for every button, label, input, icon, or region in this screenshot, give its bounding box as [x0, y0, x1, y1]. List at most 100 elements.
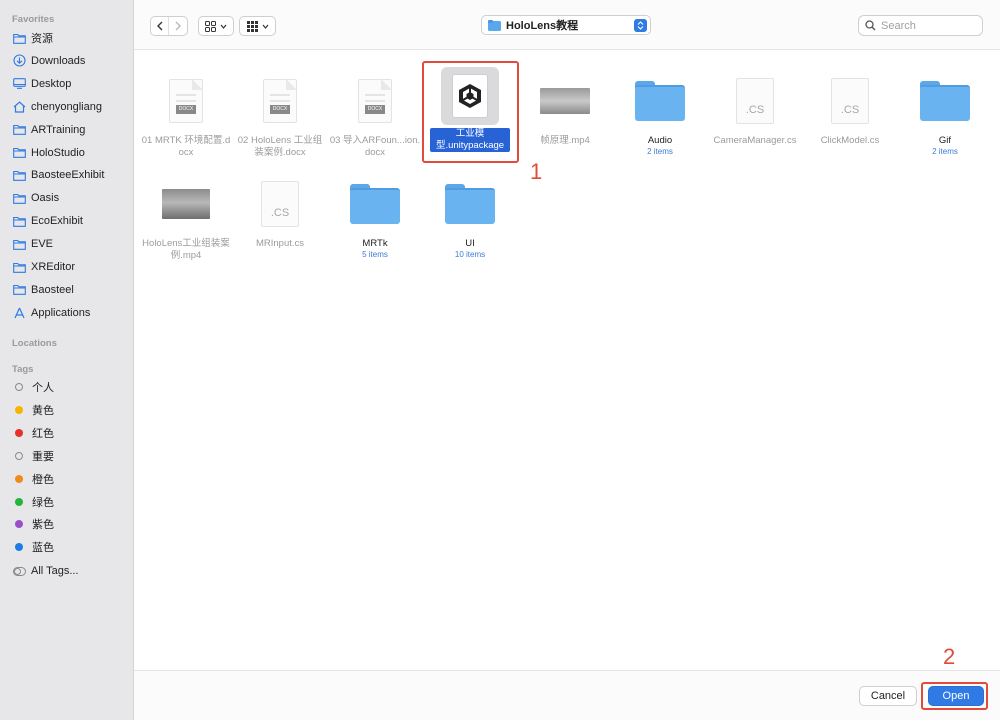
folder-icon: [12, 260, 26, 274]
file-item[interactable]: .CS ClickModel.cs: [805, 71, 895, 147]
folder-icon: [12, 31, 26, 45]
tag-color-dot-icon: [15, 497, 23, 506]
sidebar-item-label: ARTraining: [31, 123, 86, 136]
sidebar-item-label: Oasis: [31, 192, 60, 205]
applications-icon: [12, 306, 26, 320]
file-name: 01 MRTK 环境配置.docx: [141, 135, 231, 158]
view-mode-button[interactable]: [198, 16, 234, 36]
home-icon: [12, 100, 26, 114]
sidebar-tag-item[interactable]: 红色: [12, 423, 54, 443]
sidebar-item-baosteeexhibit[interactable]: BaosteeExhibit: [12, 165, 104, 185]
download-icon: [12, 54, 26, 68]
tag-label: 重要: [32, 450, 54, 463]
toolbar: HoloLens教程 Search: [134, 0, 1000, 50]
file-name: ClickModel.cs: [820, 135, 880, 146]
file-name: CameraManager.cs: [713, 135, 797, 146]
folder-name: UI: [465, 238, 475, 249]
nav-buttons: [150, 16, 188, 36]
sidebar-item-chenyongliang[interactable]: chenyongliang: [12, 97, 102, 117]
forward-button[interactable]: [169, 17, 187, 35]
annotation-step-1: 1: [530, 159, 543, 184]
tag-color-dot-icon: [15, 383, 23, 391]
file-item[interactable]: .CS MRInput.cs: [235, 174, 325, 250]
docx-file-icon: DOCX: [345, 71, 405, 131]
folder-icon: [915, 71, 975, 131]
folder-item[interactable]: UI 10 items: [425, 174, 515, 259]
sidebar-item-label: Applications: [31, 306, 91, 319]
sidebar-item-资源[interactable]: 资源: [12, 28, 53, 48]
file-item[interactable]: DOCX 01 MRTK 环境配置.docx: [141, 71, 231, 159]
group-by-button[interactable]: [239, 16, 276, 36]
file-grid: DOCX 01 MRTK 环境配置.docx DOCX 02 HoloLens …: [134, 51, 1000, 671]
sidebar-tag-item[interactable]: 个人: [12, 377, 54, 397]
sidebar-tag-item[interactable]: 紫色: [12, 514, 54, 534]
file-item[interactable]: 帧原理.mp4: [520, 71, 610, 147]
sidebar-item-oasis[interactable]: Oasis: [12, 188, 59, 208]
folder-item[interactable]: Audio 2 items: [615, 71, 705, 156]
sidebar-tag-item[interactable]: 重要: [12, 446, 54, 466]
sidebar-tag-item[interactable]: 黄色: [12, 400, 54, 420]
sidebar-item-artraining[interactable]: ARTraining: [12, 120, 85, 140]
tag-color-dot-icon: [15, 474, 23, 483]
docx-file-icon: DOCX: [250, 71, 310, 131]
sidebar-item-all-tags[interactable]: All Tags...: [12, 561, 79, 581]
file-item[interactable]: DOCX 03 导入ARFoun...ion.docx: [330, 71, 420, 159]
sidebar-item-applications[interactable]: Applications: [12, 303, 90, 323]
sidebar-item-xreditor[interactable]: XREditor: [12, 257, 75, 277]
file-name: HoloLens工业组装案例.mp4: [142, 238, 230, 261]
back-button[interactable]: [151, 17, 169, 35]
cs-file-icon: .CS: [725, 71, 785, 131]
all-tags-icon: [12, 564, 26, 578]
folder-item[interactable]: MRTk 5 items: [330, 174, 420, 259]
locations-section-label: Locations: [12, 338, 57, 349]
file-name: 02 HoloLens 工业组装案例.docx: [237, 135, 323, 158]
favorites-section-label: Favorites: [12, 14, 55, 25]
tag-color-dot-icon: [15, 451, 23, 460]
chevron-down-icon: [220, 24, 227, 29]
folder-item-count: 5 items: [362, 250, 388, 259]
location-popup[interactable]: HoloLens教程: [481, 15, 651, 35]
annotation-box-1: [422, 61, 519, 163]
folder-name: Audio: [647, 135, 673, 146]
sidebar-item-ecoexhibit[interactable]: EcoExhibit: [12, 211, 83, 231]
folder-icon: [488, 19, 501, 31]
sidebar-item-holostudio[interactable]: HoloStudio: [12, 143, 85, 163]
sidebar-tag-item[interactable]: 蓝色: [12, 537, 54, 557]
sidebar: Favorites 资源 Downloads Desktop chenyonglian…: [0, 0, 134, 720]
search-input[interactable]: Search: [858, 15, 983, 36]
cancel-button[interactable]: Cancel: [859, 686, 917, 706]
chevron-down-icon: [262, 24, 268, 29]
sidebar-tag-item[interactable]: 橙色: [12, 469, 54, 489]
sidebar-tag-item[interactable]: 绿色: [12, 492, 54, 512]
grid-view-icon: [205, 20, 216, 32]
tag-label: 蓝色: [32, 542, 54, 555]
folder-icon: [440, 174, 500, 234]
search-icon: [865, 20, 876, 31]
file-item[interactable]: .CS CameraManager.cs: [710, 71, 800, 147]
sidebar-item-desktop[interactable]: Desktop: [12, 74, 71, 94]
tag-label: 红色: [32, 427, 54, 440]
sidebar-item-label: EVE: [31, 238, 54, 251]
file-item[interactable]: DOCX 02 HoloLens 工业组装案例.docx: [235, 71, 325, 159]
video-thumbnail: [535, 71, 595, 131]
tag-label: 紫色: [32, 519, 54, 532]
sidebar-item-label: HoloStudio: [31, 146, 85, 159]
folder-name: Gif: [938, 135, 952, 146]
folder-item-count: 10 items: [454, 250, 486, 259]
sidebar-item-eve[interactable]: EVE: [12, 234, 53, 254]
file-item[interactable]: HoloLens工业组装案例.mp4: [141, 174, 231, 262]
folder-icon: [12, 237, 26, 251]
sidebar-item-baosteel[interactable]: Baosteel: [12, 280, 74, 300]
folder-item-count: 2 items: [647, 147, 673, 156]
all-tags-label: All Tags...: [31, 565, 79, 577]
tag-color-dot-icon: [15, 428, 23, 437]
sidebar-item-downloads[interactable]: Downloads: [12, 51, 85, 71]
chevron-right-icon: [175, 21, 181, 31]
sidebar-item-label: Baosteel: [31, 283, 74, 296]
sidebar-item-label: BaosteeExhibit: [31, 169, 105, 182]
folder-item[interactable]: Gif 2 items: [900, 71, 990, 156]
tag-label: 黄色: [32, 404, 54, 417]
annotation-step-2: 2: [943, 644, 956, 669]
sidebar-item-label: EcoExhibit: [31, 215, 83, 228]
sidebar-item-label: Desktop: [31, 77, 72, 90]
